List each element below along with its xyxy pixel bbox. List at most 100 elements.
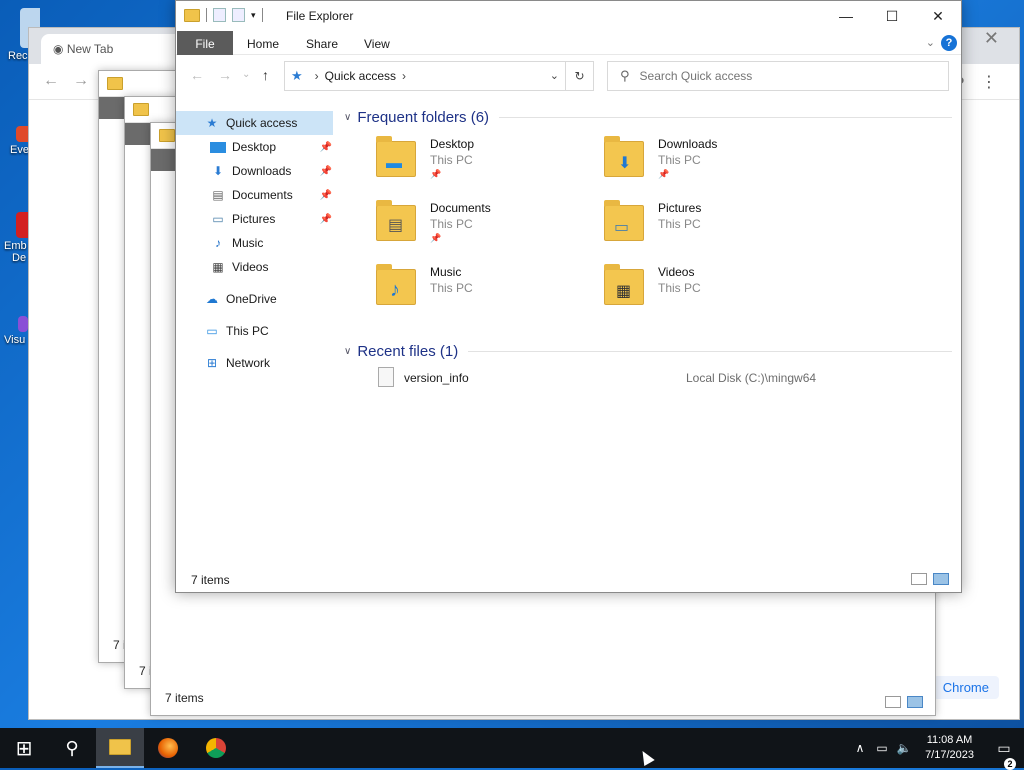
window-title: File Explorer — [286, 9, 354, 23]
chrome-link[interactable]: Chrome — [932, 676, 999, 699]
folder-icon — [159, 129, 175, 142]
minimize-icon[interactable]: ― — [823, 1, 869, 31]
folder-tile-desktop[interactable]: ▬ Desktop This PC 📌 — [372, 133, 592, 189]
sidebar-item-pictures[interactable]: ▭ Pictures 📌 — [176, 207, 336, 231]
network-icon[interactable]: ▭ — [871, 741, 893, 755]
sidebar-item-videos[interactable]: ▦ Videos — [176, 255, 336, 279]
pictures-icon: ▭ — [614, 219, 630, 236]
status-item-count: 7 items — [191, 573, 230, 587]
address-bar[interactable]: ★ › Quick access › ⌄ ↻ — [284, 61, 594, 91]
sidebar-item-network[interactable]: ⊞ Network — [176, 351, 336, 375]
breadcrumb-quick-access[interactable]: Quick access — [325, 69, 396, 83]
volume-muted-icon[interactable]: 🔈 — [893, 741, 915, 755]
properties-icon[interactable] — [213, 8, 226, 22]
pin-icon[interactable]: 📌 — [320, 214, 332, 225]
sidebar-item-desktop[interactable]: Desktop 📌 — [176, 135, 336, 159]
sidebar-item-onedrive[interactable]: ☁ OneDrive — [176, 287, 336, 311]
frequent-folders-header[interactable]: ∨ Frequent folders (6) — [342, 105, 952, 129]
network-icon: ⊞ — [206, 356, 218, 370]
maximize-icon[interactable]: ☐ — [869, 1, 915, 31]
tab-view[interactable]: View — [364, 31, 390, 55]
text-file-icon — [378, 367, 394, 387]
downloads-icon: ⬇ — [212, 164, 224, 178]
large-icons-view-icon[interactable] — [907, 696, 923, 708]
search-icon: ⚲ — [620, 68, 630, 83]
pin-icon[interactable]: 📌 — [320, 142, 332, 153]
recent-file-row[interactable]: version_info Local Disk (C:)\mingw64 — [342, 363, 952, 391]
search-box[interactable]: ⚲ — [607, 61, 949, 91]
pin-icon[interactable]: 📌 — [320, 166, 332, 177]
documents-icon: ▤ — [212, 188, 224, 202]
sidebar-item-documents[interactable]: ▤ Documents 📌 — [176, 183, 336, 207]
help-icon[interactable]: ? — [941, 35, 957, 51]
show-hidden-icons-icon[interactable]: ∧ — [849, 741, 871, 755]
this-pc-icon: ▭ — [206, 324, 218, 338]
folder-tile-pictures[interactable]: ▭ Pictures This PC — [600, 197, 820, 253]
recent-locations-icon[interactable]: ⌄ — [242, 69, 250, 80]
recent-files-header[interactable]: ∨ Recent files (1) — [342, 339, 952, 363]
forward-icon[interactable]: → — [218, 67, 232, 83]
chevron-down-icon[interactable]: ∨ — [344, 346, 351, 357]
folder-tile-videos[interactable]: ▦ Videos This PC — [600, 261, 820, 317]
pin-icon: 📌 — [658, 169, 670, 179]
details-view-icon[interactable] — [911, 573, 927, 585]
folder-tile-downloads[interactable]: ⬇ Downloads This PC 📌 — [600, 133, 820, 189]
customize-toolbar-icon[interactable]: ▾ — [251, 10, 256, 21]
system-tray: ∧ ▭ 🔈 11:08 AM 7/17/2023 ▭ 2 — [849, 728, 1024, 770]
chrome-forward-icon[interactable]: → — [73, 72, 89, 90]
chrome-close-icon[interactable]: ✕ — [984, 28, 999, 49]
window-controls: ― ☐ ✕ — [823, 1, 961, 31]
pin-icon: 📌 — [430, 233, 442, 243]
search-input[interactable] — [639, 69, 940, 83]
clock[interactable]: 11:08 AM 7/17/2023 — [915, 733, 984, 763]
chevron-down-icon[interactable]: ⌄ — [550, 69, 559, 82]
search-icon[interactable]: ⚲ — [48, 728, 96, 768]
navigation-pane: ★ Quick access Desktop 📌 ⬇ Downloads 📌 ▤… — [176, 111, 336, 375]
desktop-icon — [210, 141, 226, 153]
ribbon: File Home Share View ⌄ ? — [176, 31, 961, 55]
tab-file[interactable]: File — [177, 31, 233, 55]
folder-icon — [133, 103, 149, 116]
visual-studio-icon — [18, 316, 28, 332]
notifications-icon[interactable]: ▭ 2 — [984, 740, 1024, 770]
back-icon[interactable]: ← — [190, 67, 204, 83]
details-view-icon[interactable] — [885, 696, 901, 708]
folder-tile-documents[interactable]: ▤ Documents This PC 📌 — [372, 197, 592, 253]
chrome-back-icon[interactable]: ← — [43, 72, 59, 90]
music-icon: ♪ — [390, 279, 400, 301]
tab-share[interactable]: Share — [306, 31, 338, 55]
close-icon[interactable]: ✕ — [915, 1, 961, 31]
start-button-windows-icon[interactable]: ⊞ — [0, 728, 48, 768]
up-icon[interactable]: ↑ — [262, 67, 269, 83]
folder-icon — [184, 8, 200, 22]
chrome-icon[interactable] — [192, 728, 240, 768]
sidebar-item-downloads[interactable]: ⬇ Downloads 📌 — [176, 159, 336, 183]
chrome-menu-icon[interactable]: ⋮ — [981, 72, 997, 92]
folder-tile-music[interactable]: ♪ Music This PC — [372, 261, 592, 317]
separator — [206, 8, 207, 22]
large-icons-view-icon[interactable] — [933, 573, 949, 585]
quick-access-toolbar: ▾ — [184, 8, 263, 22]
documents-icon: ▤ — [388, 217, 404, 234]
clock-date: 7/17/2023 — [925, 749, 974, 761]
new-folder-icon[interactable] — [232, 8, 245, 22]
firefox-icon[interactable] — [144, 728, 192, 768]
tab-home[interactable]: Home — [247, 31, 279, 55]
chrome-tab-icon: ◉ — [53, 42, 67, 56]
refresh-icon[interactable]: ↻ — [565, 62, 593, 90]
chevron-right-icon[interactable]: › — [402, 69, 406, 83]
sidebar-item-this-pc[interactable]: ▭ This PC — [176, 319, 336, 343]
chevron-right-icon[interactable]: › — [315, 69, 319, 83]
file-explorer-taskbar-icon[interactable] — [96, 728, 144, 768]
sidebar-item-quick-access[interactable]: ★ Quick access — [176, 111, 333, 135]
chevron-down-icon[interactable]: ∨ — [344, 112, 351, 123]
clock-time: 11:08 AM — [926, 734, 973, 746]
pin-icon[interactable]: 📌 — [320, 190, 332, 201]
sidebar-item-music[interactable]: ♪ Music — [176, 231, 336, 255]
content-pane: ∨ Frequent folders (6) ▬ Desktop This PC… — [342, 105, 952, 391]
expand-ribbon-icon[interactable]: ⌄ — [926, 36, 935, 49]
file-explorer-window[interactable]: ▾ File Explorer ― ☐ ✕ File Home Share Vi… — [175, 0, 962, 593]
music-icon: ♪ — [215, 236, 221, 250]
